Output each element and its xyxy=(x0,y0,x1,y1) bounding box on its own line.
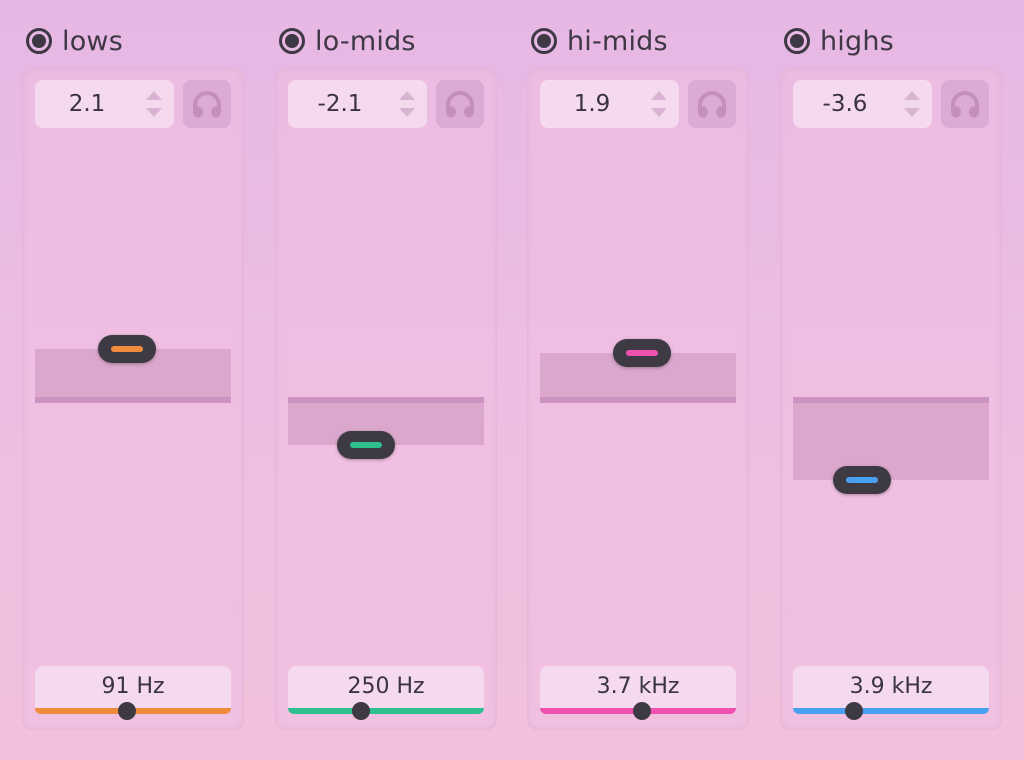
chevron-up-icon[interactable] xyxy=(146,91,162,100)
handle-stripe xyxy=(845,476,878,483)
zero-line xyxy=(793,397,989,403)
zero-line xyxy=(35,397,231,403)
band-enable-radio[interactable] xyxy=(784,28,810,54)
band-enable-radio[interactable] xyxy=(279,28,305,54)
handle-stripe xyxy=(350,442,383,449)
frequency-knob[interactable] xyxy=(351,702,370,720)
band-panel: 1.9 3.7 kHz xyxy=(527,68,749,730)
band-name: hi-mids xyxy=(567,25,668,57)
gain-value: 1.9 xyxy=(573,91,611,117)
gain-input[interactable]: -3.6 xyxy=(793,80,932,128)
gain-value: 2.1 xyxy=(68,91,106,117)
frequency-knob[interactable] xyxy=(632,702,651,720)
gain-input[interactable]: -2.1 xyxy=(288,80,427,128)
chevron-up-icon[interactable] xyxy=(904,91,920,100)
headphones-icon xyxy=(698,91,726,118)
solo-button[interactable] xyxy=(941,80,989,128)
gain-stepper[interactable] xyxy=(399,91,415,117)
frequency-control[interactable]: 3.7 kHz xyxy=(540,666,736,720)
band-header: lows xyxy=(26,24,123,58)
gain-input[interactable]: 2.1 xyxy=(35,80,174,128)
frequency-knob[interactable] xyxy=(844,702,863,720)
solo-button[interactable] xyxy=(436,80,484,128)
radio-dot-icon xyxy=(790,34,804,48)
gain-handle[interactable] xyxy=(612,339,671,368)
band-header: hi-mids xyxy=(531,24,668,58)
band-panel: -3.6 3.9 kHz xyxy=(780,68,1002,730)
handle-stripe xyxy=(625,350,658,357)
band-highs: highs -3.6 3.9 kHz xyxy=(780,0,1002,760)
frequency-value: 3.9 kHz xyxy=(849,674,933,699)
gain-stepper[interactable] xyxy=(904,91,920,117)
chevron-down-icon[interactable] xyxy=(399,108,415,117)
band-hi-mids: hi-mids 1.9 3.7 kHz xyxy=(527,0,749,760)
frequency-control[interactable]: 3.9 kHz xyxy=(793,666,989,720)
gain-stepper[interactable] xyxy=(651,91,667,117)
radio-dot-icon xyxy=(537,34,551,48)
zero-line xyxy=(288,397,484,403)
band-header: lo-mids xyxy=(279,24,416,58)
gain-handle[interactable] xyxy=(337,431,396,460)
band-panel: -2.1 250 Hz xyxy=(275,68,497,730)
chevron-up-icon[interactable] xyxy=(651,91,667,100)
handle-stripe xyxy=(111,345,144,352)
frequency-value: 3.7 kHz xyxy=(596,674,680,699)
frequency-slider-bar[interactable] xyxy=(793,708,989,714)
gain-slider-track[interactable] xyxy=(35,130,231,665)
frequency-control[interactable]: 91 Hz xyxy=(35,666,231,720)
frequency-value: 91 Hz xyxy=(101,674,165,699)
band-enable-radio[interactable] xyxy=(531,28,557,54)
solo-button[interactable] xyxy=(183,80,231,128)
headphones-icon xyxy=(446,91,474,118)
radio-dot-icon xyxy=(285,34,299,48)
gain-slider-track[interactable] xyxy=(288,130,484,665)
chevron-up-icon[interactable] xyxy=(399,91,415,100)
gain-stepper[interactable] xyxy=(146,91,162,117)
gain-slider-track[interactable] xyxy=(793,130,989,665)
gain-handle[interactable] xyxy=(832,465,891,494)
frequency-control[interactable]: 250 Hz xyxy=(288,666,484,720)
gain-value: -2.1 xyxy=(317,91,363,117)
solo-button[interactable] xyxy=(688,80,736,128)
band-name: lo-mids xyxy=(315,25,416,57)
gain-fill xyxy=(793,397,989,480)
band-lows: lows 2.1 91 Hz xyxy=(22,0,244,760)
frequency-value: 250 Hz xyxy=(347,674,425,699)
radio-dot-icon xyxy=(32,34,46,48)
band-enable-radio[interactable] xyxy=(26,28,52,54)
chevron-down-icon[interactable] xyxy=(146,108,162,117)
gain-value: -3.6 xyxy=(822,91,868,117)
band-name: highs xyxy=(820,25,894,57)
band-panel: 2.1 91 Hz xyxy=(22,68,244,730)
zero-line xyxy=(540,397,736,403)
chevron-down-icon[interactable] xyxy=(651,108,667,117)
headphones-icon xyxy=(193,91,221,118)
band-lo-mids: lo-mids -2.1 250 Hz xyxy=(275,0,497,760)
gain-input[interactable]: 1.9 xyxy=(540,80,679,128)
chevron-down-icon[interactable] xyxy=(904,108,920,117)
band-name: lows xyxy=(62,25,123,57)
frequency-knob[interactable] xyxy=(118,702,137,720)
frequency-slider-bar[interactable] xyxy=(288,708,484,714)
band-header: highs xyxy=(784,24,894,58)
headphones-icon xyxy=(951,91,979,118)
gain-handle[interactable] xyxy=(98,334,157,363)
gain-slider-track[interactable] xyxy=(540,130,736,665)
